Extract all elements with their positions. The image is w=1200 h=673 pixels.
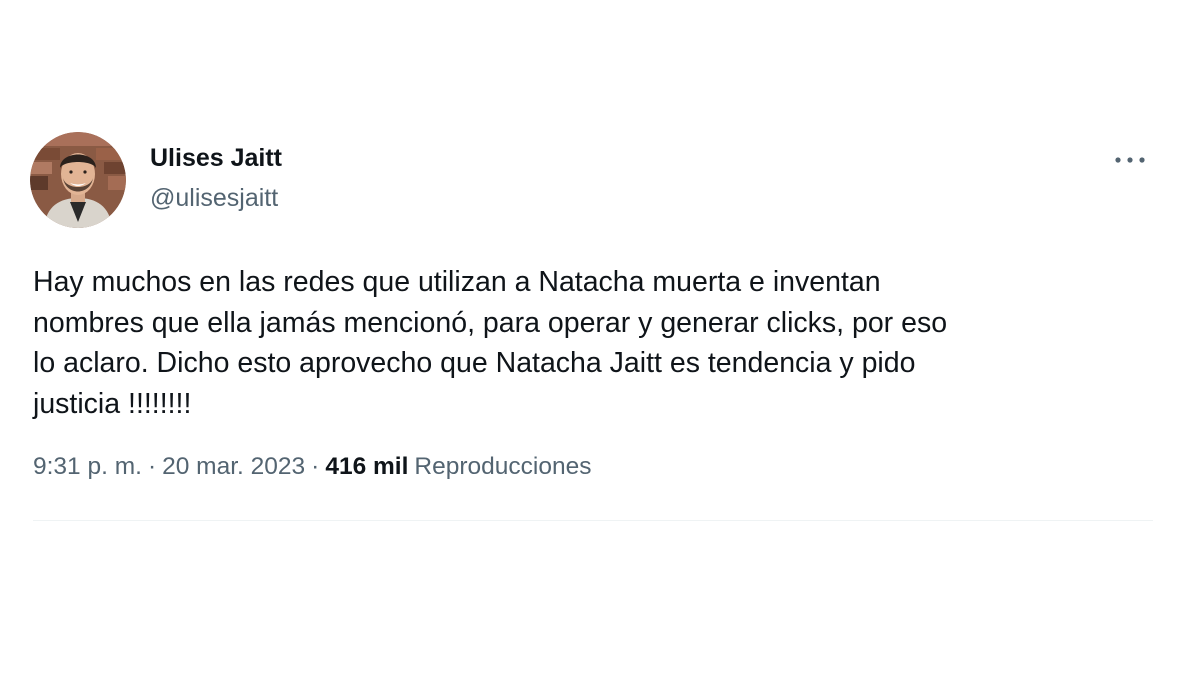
author-handle[interactable]: @ulisesjaitt <box>150 184 278 213</box>
author-display-name[interactable]: Ulises Jaitt <box>150 144 282 173</box>
avatar[interactable] <box>30 132 126 228</box>
tweet-card: Ulises Jaitt @ulisesjaitt Hay muchos en … <box>0 0 1200 673</box>
more-options-button[interactable] <box>1108 140 1152 180</box>
tweet-date[interactable]: 20 mar. 2023 <box>162 453 305 480</box>
tweet-time[interactable]: 9:31 p. m. <box>33 453 142 480</box>
meta-separator: · <box>147 453 157 480</box>
tweet-text: Hay muchos en las redes que utilizan a N… <box>33 266 948 420</box>
more-horizontal-icon <box>1115 157 1145 163</box>
tweet-metadata: 9:31 p. m. · 20 mar. 2023 · 416 mil Reproducc… <box>33 453 591 481</box>
avatar-photo <box>30 132 126 228</box>
views-label: Reproducciones <box>414 453 592 480</box>
divider <box>33 520 1153 521</box>
meta-separator: · <box>311 453 320 480</box>
views-count[interactable]: 416 mil <box>325 453 408 480</box>
